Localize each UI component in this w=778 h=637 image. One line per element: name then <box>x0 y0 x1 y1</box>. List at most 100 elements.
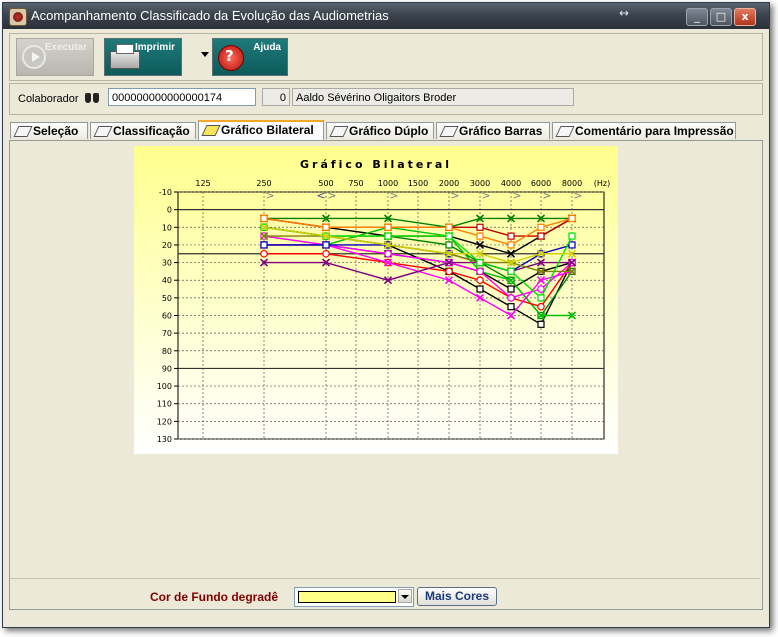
data-point <box>384 223 392 231</box>
x-unit-label: (Hz) <box>594 179 610 188</box>
y-tick-label: 60 <box>162 312 172 321</box>
data-point <box>568 214 576 223</box>
data-point <box>537 320 545 328</box>
binoculars-icon[interactable] <box>84 91 100 105</box>
data-point <box>384 232 392 240</box>
y-tick-label: 10 <box>162 223 172 232</box>
y-tick-label: 110 <box>157 400 172 409</box>
colaborador-name-field: Aaldo Sévérino Oligaitors Broder <box>292 88 574 106</box>
tab-comentario[interactable]: Comentário para Impressão <box>552 122 736 139</box>
tab-icon <box>93 126 113 137</box>
color-swatch <box>298 591 396 603</box>
tab-icon <box>13 126 33 137</box>
mais-cores-button[interactable]: Mais Cores <box>417 587 497 606</box>
data-point <box>260 241 268 249</box>
window-title: Acompanhamento Classificado da Evolução … <box>31 8 389 23</box>
title-bar[interactable]: Acompanhamento Classificado da Evolução … <box>3 3 769 29</box>
tab-icon <box>201 125 221 136</box>
imprimir-button[interactable]: Imprimir <box>104 38 182 76</box>
data-point <box>507 267 515 275</box>
data-point <box>537 302 545 311</box>
y-tick-label: 40 <box>162 276 172 285</box>
data-point <box>476 285 484 293</box>
y-tick-label: 120 <box>157 417 172 426</box>
data-point <box>537 223 545 231</box>
data-point <box>445 232 453 240</box>
data-point <box>537 232 545 240</box>
x-tick-label: 8000 <box>562 179 582 188</box>
ajuda-button[interactable]: Ajuda <box>212 38 288 76</box>
toolbar: Executar Imprimir Ajuda <box>9 33 763 81</box>
play-icon <box>22 45 46 69</box>
x-tick-label: 1000 <box>378 179 398 188</box>
y-tick-label: 130 <box>157 435 172 444</box>
maximize-button[interactable]: □ <box>710 8 732 26</box>
x-tick-label: 250 <box>256 179 271 188</box>
tab-selecao[interactable]: Seleção <box>10 122 88 139</box>
data-point <box>507 285 515 293</box>
top-marker: > <box>265 189 274 202</box>
data-point <box>507 303 515 311</box>
x-tick-label: 125 <box>195 179 210 188</box>
imprimir-label: Imprimir <box>134 42 175 53</box>
executar-button[interactable]: Executar <box>16 38 94 76</box>
data-point <box>476 276 484 285</box>
top-marker: > <box>389 189 398 202</box>
data-point <box>537 294 545 302</box>
data-point <box>260 249 268 258</box>
tab-panel: Gráfico Bilateral 125 250 500 750 1000 1500 200… <box>9 140 763 610</box>
minimize-button[interactable]: _ <box>686 8 708 26</box>
tab-label: Gráfico Dúplo <box>349 124 429 138</box>
data-point <box>568 241 576 249</box>
data-point <box>476 258 484 267</box>
y-tick-label: 80 <box>162 347 172 356</box>
tab-classificacao[interactable]: Classificação <box>90 122 196 139</box>
top-marker: < <box>316 189 325 202</box>
tab-grafico-barras[interactable]: Gráfico Barras <box>436 122 550 139</box>
help-icon <box>218 45 244 71</box>
close-button[interactable]: x <box>734 8 756 26</box>
data-point <box>384 249 392 258</box>
tab-bar: Seleção Classificação Gráfico Bilateral … <box>9 120 761 140</box>
y-tick-label: 70 <box>162 329 172 338</box>
ajuda-label: Ajuda <box>253 42 281 53</box>
chart-svg: Gráfico Bilateral125 250 500 750 1000 1500 200… <box>157 158 611 444</box>
data-point <box>507 241 515 249</box>
data-point <box>322 249 330 258</box>
background-color-select[interactable] <box>294 587 414 607</box>
top-marker: > <box>542 189 551 202</box>
y-tick-label: 20 <box>162 241 172 250</box>
tab-label: Gráfico Bilateral <box>221 123 314 137</box>
chevron-down-icon[interactable] <box>398 589 412 603</box>
main-window: Acompanhamento Classificado da Evolução … <box>2 2 770 628</box>
data-point <box>445 223 453 231</box>
data-point <box>260 214 268 223</box>
tab-icon <box>329 126 349 137</box>
resize-arrows-icon: ↔ <box>619 6 630 20</box>
data-point <box>507 232 515 240</box>
chart-title: Gráfico Bilateral <box>300 158 452 171</box>
audiogram-chart: Gráfico Bilateral 125 250 500 750 1000 1500 200… <box>134 146 618 454</box>
tab-label: Comentário para Impressão <box>575 124 734 138</box>
top-marker: > <box>450 189 459 202</box>
colaborador-row: Colaborador 000000000000000174 0 Aaldo S… <box>9 83 763 115</box>
x-tick-label: 500 <box>318 179 333 188</box>
tab-grafico-bilateral[interactable]: Gráfico Bilateral <box>198 120 324 140</box>
background-color-label: Cor de Fundo degradê <box>150 590 279 604</box>
y-tick-label: 90 <box>162 364 172 373</box>
printer-icon <box>110 44 140 69</box>
y-tick-label: 50 <box>162 294 172 303</box>
data-point <box>322 241 330 249</box>
data-point <box>476 232 484 240</box>
app-icon[interactable] <box>9 8 27 26</box>
data-point <box>476 223 484 231</box>
colaborador-label: Colaborador <box>18 93 79 105</box>
colaborador-id-field[interactable]: 000000000000000174 <box>108 88 256 106</box>
x-tick-label: 2000 <box>439 179 459 188</box>
x-tick-label: 6000 <box>531 179 551 188</box>
top-marker: > <box>327 189 336 202</box>
imprimir-dropdown-icon[interactable] <box>201 52 209 57</box>
tab-grafico-duplo[interactable]: Gráfico Dúplo <box>326 122 434 139</box>
tab-icon <box>439 126 459 137</box>
colaborador-number-field: 0 <box>262 88 290 106</box>
